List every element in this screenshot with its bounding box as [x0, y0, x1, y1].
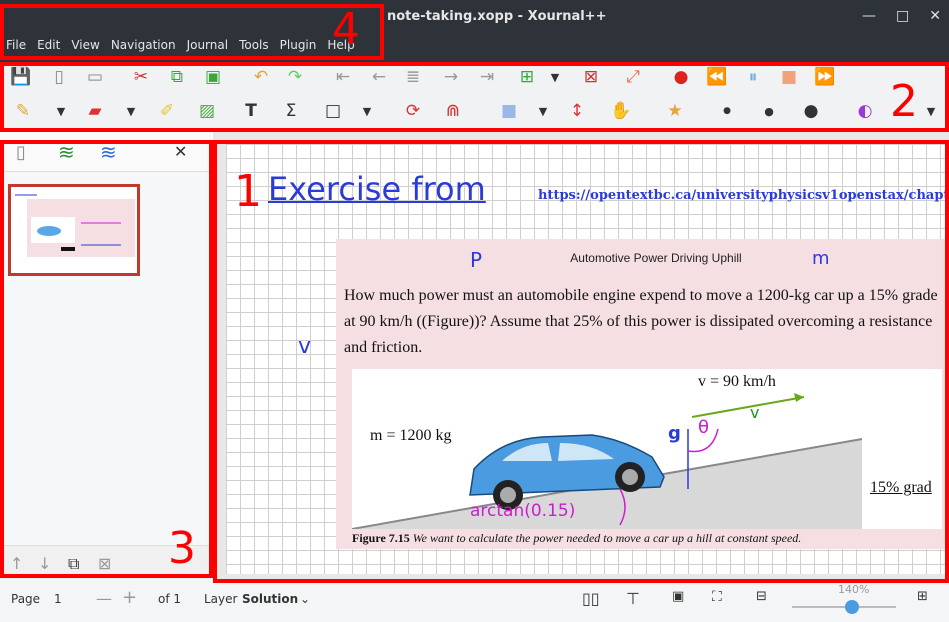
page-number-input[interactable]: 1	[54, 592, 62, 606]
zoom-slider-track[interactable]	[792, 606, 896, 608]
layer-select[interactable]: Solution	[242, 592, 298, 606]
annotation-number-1: 1	[234, 166, 262, 217]
zoom-100-icon[interactable]: ▣	[672, 589, 684, 604]
annotation-frame-2	[0, 62, 949, 132]
zoom-slider-handle[interactable]	[845, 600, 859, 614]
zoom-in-icon[interactable]: ⊞	[917, 589, 928, 604]
page-count: of 1	[158, 592, 182, 606]
annotation-frame-1	[213, 140, 949, 583]
annotation-number-4: 4	[332, 4, 360, 55]
minus-icon[interactable]: —	[96, 589, 112, 608]
window-controls: — □ ✕	[862, 8, 941, 24]
dual-page-icon[interactable]: ▯▯	[582, 589, 600, 608]
annotation-number-2: 2	[890, 76, 918, 127]
window-title: note-taking.xopp - Xournal++	[387, 9, 607, 24]
annotation-number-3: 3	[168, 523, 196, 574]
zoom-level: 140%	[838, 583, 870, 596]
presentation-icon[interactable]: ⊤	[626, 589, 640, 608]
plus-icon[interactable]: +	[122, 587, 137, 608]
page-label: Page	[11, 592, 41, 606]
close-button[interactable]: ✕	[929, 8, 941, 24]
status-bar: Page 1 — + of 1 Layer Solution ⌄ ▯▯ ⊤ ▣ …	[0, 579, 949, 622]
zoom-fit-icon[interactable]: ⛶	[712, 589, 722, 605]
annotation-frame-3	[0, 140, 213, 578]
layer-label: Layer	[204, 592, 238, 606]
maximize-button[interactable]: □	[896, 8, 909, 24]
zoom-out-icon[interactable]: ⊟	[756, 589, 767, 604]
chevron-down-icon[interactable]: ⌄	[300, 592, 310, 606]
minimize-button[interactable]: —	[862, 8, 876, 24]
annotation-frame-4	[0, 4, 384, 60]
